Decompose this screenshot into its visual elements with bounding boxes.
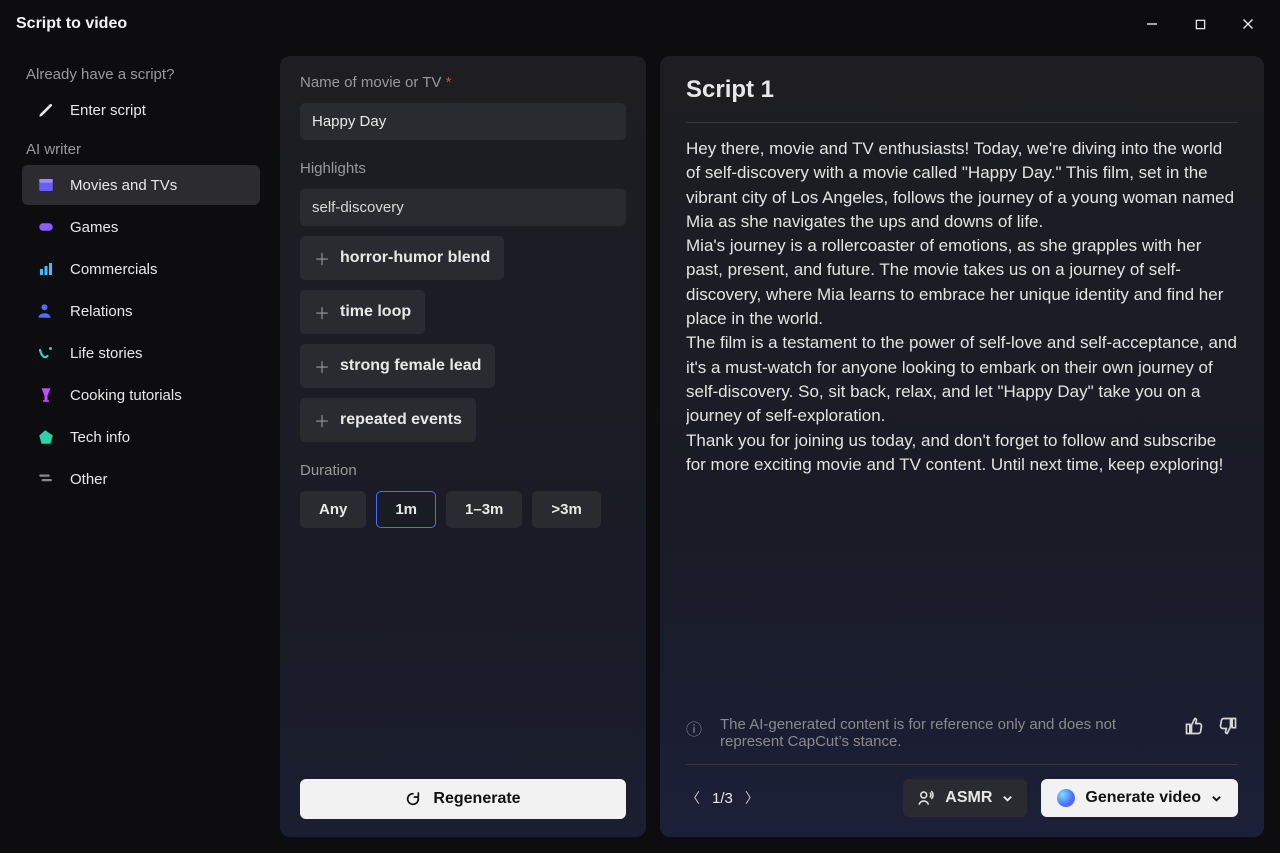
regenerate-button[interactable]: Regenerate <box>300 779 626 819</box>
sidebar-item-label: Cooking tutorials <box>70 387 182 404</box>
script-pager: 〈 1/3 〉 <box>686 788 759 808</box>
sidebar-item-games[interactable]: Games <box>22 207 260 247</box>
person-icon <box>36 301 56 321</box>
duration-option-gt3m[interactable]: >3m <box>532 491 600 528</box>
duration-label: Duration <box>300 462 626 479</box>
generate-video-button[interactable]: Generate video <box>1041 779 1238 817</box>
chevron-down-icon <box>1211 793 1222 804</box>
sidebar-item-label: Commercials <box>70 261 158 278</box>
sidebar-item-label: Other <box>70 471 108 488</box>
highlight-tag[interactable]: ＋horror-humor blend <box>300 236 504 280</box>
script-section-label: Already have a script? <box>16 56 266 89</box>
sidebar-item-label: Life stories <box>70 345 143 362</box>
sidebar-item-relations[interactable]: Relations <box>22 291 260 331</box>
pencil-icon <box>36 100 56 120</box>
highlight-tag[interactable]: ＋time loop <box>300 290 425 334</box>
highlight-primary-input[interactable]: self-discovery <box>300 189 626 226</box>
info-icon: ⓘ <box>686 716 702 740</box>
sidebar-item-label: Games <box>70 219 118 236</box>
prev-script-button[interactable]: 〈 <box>686 788 700 808</box>
window-controls <box>1132 6 1268 42</box>
sidebar-item-label: Tech info <box>70 429 130 446</box>
clapper-icon <box>36 175 56 195</box>
refresh-icon <box>405 791 421 807</box>
chart-icon <box>36 259 56 279</box>
orb-icon <box>1057 789 1075 807</box>
plus-icon: ＋ <box>314 354 330 378</box>
tag-icon <box>36 427 56 447</box>
next-script-button[interactable]: 〉 <box>745 788 759 808</box>
sidebar-item-movies[interactable]: Movies and TVs <box>22 165 260 205</box>
voice-select-button[interactable]: ASMR <box>903 779 1027 817</box>
thumbs-down-button[interactable] <box>1218 716 1238 736</box>
maximize-button[interactable] <box>1180 6 1220 42</box>
script-panel: Script 1 Hey there, movie and TV enthusi… <box>660 56 1264 837</box>
duration-option-any[interactable]: Any <box>300 491 366 528</box>
name-label: Name of movie or TV * <box>300 74 626 91</box>
glass-icon <box>36 385 56 405</box>
page-indicator: 1/3 <box>712 790 733 807</box>
window-title: Script to video <box>16 15 127 33</box>
sidebar: Already have a script? Enter script AI w… <box>16 56 266 837</box>
sidebar-item-label: Relations <box>70 303 133 320</box>
sidebar-item-other[interactable]: Other <box>22 459 260 499</box>
sidebar-item-cooking[interactable]: Cooking tutorials <box>22 375 260 415</box>
movie-name-input[interactable] <box>300 103 626 140</box>
sidebar-item-label: Movies and TVs <box>70 177 177 194</box>
controller-icon <box>36 217 56 237</box>
highlight-tag[interactable]: ＋strong female lead <box>300 344 495 388</box>
highlight-tag[interactable]: ＋repeated events <box>300 398 476 442</box>
chevron-down-icon <box>1002 793 1013 804</box>
thumbs-up-button[interactable] <box>1184 716 1204 736</box>
disclaimer-text: The AI-generated content is for referenc… <box>714 716 1172 750</box>
other-icon <box>36 469 56 489</box>
close-button[interactable] <box>1228 6 1268 42</box>
duration-option-1-3m[interactable]: 1–3m <box>446 491 522 528</box>
enter-script-label: Enter script <box>70 102 146 119</box>
sidebar-item-commercials[interactable]: Commercials <box>22 249 260 289</box>
ai-writer-label: AI writer <box>16 131 266 164</box>
highlights-label: Highlights <box>300 160 626 177</box>
enter-script-button[interactable]: Enter script <box>22 90 260 130</box>
plus-icon: ＋ <box>314 300 330 324</box>
voice-icon <box>917 789 935 807</box>
sidebar-item-tech[interactable]: Tech info <box>22 417 260 457</box>
wave-icon <box>36 343 56 363</box>
sidebar-item-life-stories[interactable]: Life stories <box>22 333 260 373</box>
duration-option-1m[interactable]: 1m <box>376 491 436 528</box>
script-title: Script 1 <box>686 76 1238 123</box>
form-panel: Name of movie or TV * Highlights self-di… <box>280 56 646 837</box>
script-body[interactable]: Hey there, movie and TV enthusiasts! Tod… <box>686 137 1238 706</box>
plus-icon: ＋ <box>314 408 330 432</box>
plus-icon: ＋ <box>314 246 330 270</box>
minimize-button[interactable] <box>1132 6 1172 42</box>
